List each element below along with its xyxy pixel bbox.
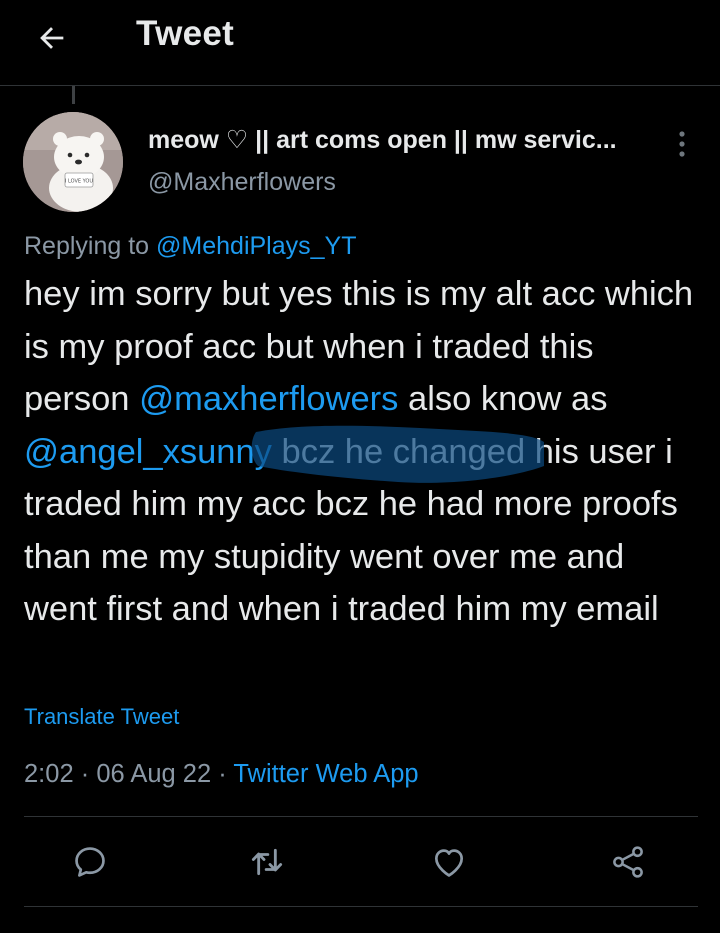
avatar-caption: I LOVE YOU: [65, 179, 93, 185]
more-vertical-icon: [679, 131, 685, 157]
share-icon: [613, 846, 643, 878]
like-button[interactable]: [427, 840, 471, 884]
thread-connector-line: [72, 86, 75, 104]
tweet-text: hey im sorry but yes this is my alt acc …: [24, 268, 704, 636]
divider-top: [24, 816, 698, 817]
translate-tweet-link[interactable]: Translate Tweet: [24, 704, 179, 730]
author-handle[interactable]: @Maxherflowers: [148, 168, 336, 197]
share-button[interactable]: [606, 840, 650, 884]
replying-to: Replying to @MehdiPlays_YT: [24, 232, 356, 261]
meta-separator: ·: [73, 760, 97, 788]
retweet-button[interactable]: [245, 840, 289, 884]
retweet-icon: [251, 848, 283, 876]
back-button[interactable]: [28, 14, 76, 62]
replying-to-label: Replying to: [24, 232, 157, 260]
top-bar: Tweet: [0, 0, 720, 86]
reply-button[interactable]: [68, 840, 112, 884]
tweet-date: 06 Aug 22: [96, 760, 212, 788]
more-options-button[interactable]: [664, 124, 700, 164]
replying-to-handle-link[interactable]: @MehdiPlays_YT: [156, 232, 356, 260]
avatar-bear-image: I LOVE YOU: [23, 112, 123, 212]
author-display-name[interactable]: meow ♡ || art coms open || mw servic...: [148, 125, 668, 155]
tweet-metadata: 2:02 · 06 Aug 22 · Twitter Web App: [24, 760, 419, 789]
mention-link[interactable]: @angel_xsunny: [24, 433, 272, 471]
heart-icon: [434, 849, 464, 877]
divider-bottom: [24, 906, 698, 907]
mention-link[interactable]: @maxherflowers: [139, 380, 398, 418]
arrow-left-icon: [40, 27, 64, 49]
page-title: Tweet: [136, 14, 235, 53]
action-bar: [0, 818, 720, 906]
tweet-source-link[interactable]: Twitter Web App: [233, 760, 418, 788]
tweet-time: 2:02: [24, 760, 74, 788]
meta-separator: ·: [211, 760, 234, 788]
avatar[interactable]: I LOVE YOU: [23, 112, 123, 212]
tweet-text-segment: also know as: [398, 380, 608, 418]
reply-icon: [75, 847, 105, 877]
